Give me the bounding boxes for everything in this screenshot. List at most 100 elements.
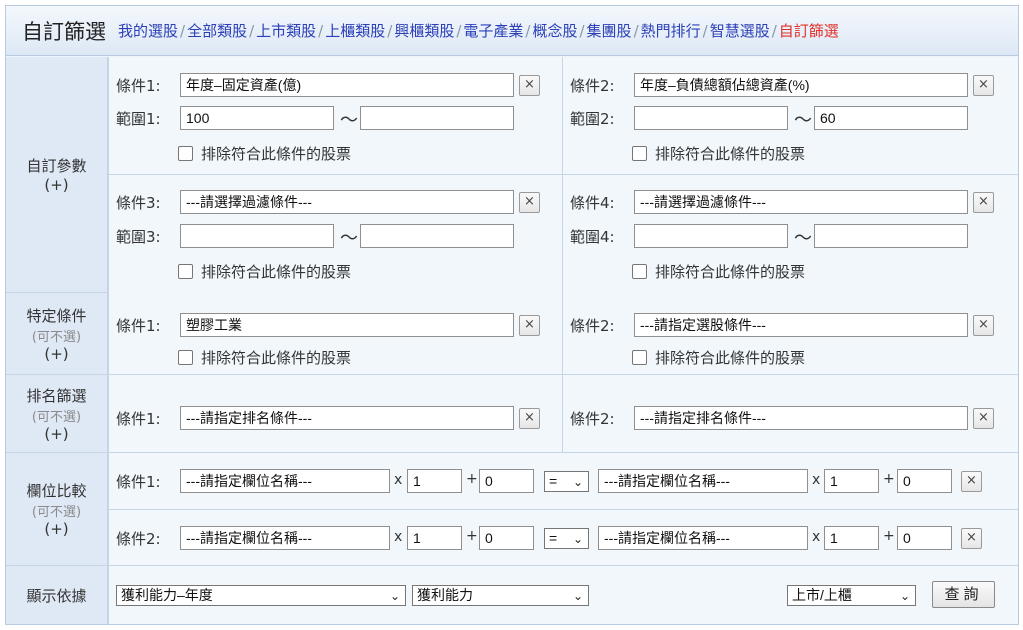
nav-separator: / — [387, 22, 393, 40]
market-select[interactable]: 上市/上櫃 ⌄ — [787, 585, 916, 606]
ranking-expand[interactable]: (+) — [44, 425, 68, 443]
nav-link[interactable]: 我的選股 — [118, 22, 178, 40]
compare-row-1-clear-button[interactable]: × — [961, 471, 982, 492]
compare-row-2-right-field[interactable]: ---請指定欄位名稱--- — [598, 526, 808, 550]
compare-row-1-left-field[interactable]: ---請指定欄位名稱--- — [180, 469, 390, 493]
condition-1-field[interactable]: 年度–固定資產(億) — [180, 73, 514, 97]
ranking-condition-1-clear-button[interactable]: × — [519, 408, 540, 429]
range-3-max-input[interactable] — [360, 224, 514, 248]
display-metric-select[interactable]: 獲利能力–年度 ⌄ — [116, 585, 406, 606]
specific-condition-1-clear-button[interactable]: × — [519, 315, 540, 336]
compare-row-2-operator-select[interactable]: = ⌄ — [544, 528, 589, 549]
checkbox-box[interactable] — [632, 350, 647, 365]
range-4-tilde: ～ — [794, 228, 812, 249]
range-4-max-input[interactable] — [814, 224, 968, 248]
chevron-down-icon: ⌄ — [572, 475, 583, 489]
condition-2-clear-button[interactable]: × — [973, 75, 994, 96]
specific-condition-2-cell: 條件2: ---請指定選股條件--- × 排除符合此條件的股票 — [563, 293, 1018, 374]
chevron-down-icon: ⌄ — [389, 589, 400, 603]
range-2-max-input[interactable]: 60 — [814, 106, 968, 130]
field-compare-expand[interactable]: (+) — [44, 520, 68, 538]
range-2-min-input[interactable] — [634, 106, 788, 130]
compare-row-1-right-field[interactable]: ---請指定欄位名稱--- — [598, 469, 808, 493]
multiply-sign: x — [394, 472, 403, 488]
condition-2-field[interactable]: 年度–負債總額佔總資產(%) — [634, 73, 968, 97]
ranking-condition-2-label: 條件2: — [570, 410, 615, 428]
nav-link[interactable]: 上市類股 — [256, 22, 316, 40]
compare-row-1-left-multiplier[interactable]: 1 — [407, 469, 462, 493]
specific-condition-1-field[interactable]: 塑膠工業 — [180, 313, 514, 337]
page-title: 自訂篩選 — [22, 19, 106, 44]
condition-1-clear-button[interactable]: × — [519, 75, 540, 96]
plus-sign: + — [466, 528, 478, 544]
compare-row-1-left-addend[interactable]: 0 — [479, 469, 534, 493]
divider — [562, 375, 563, 452]
nav-link[interactable]: 熱門排行 — [641, 22, 701, 40]
nav-link[interactable]: 電子產業 — [463, 22, 523, 40]
compare-row-1-operator-select[interactable]: = ⌄ — [544, 471, 589, 492]
nav-link[interactable]: 概念股 — [532, 22, 577, 40]
condition-3-field[interactable]: ---請選擇過濾條件--- — [180, 190, 514, 214]
custom-params-expand[interactable]: (+) — [44, 176, 68, 194]
custom-params-section: 自訂參數 (+) 條件1: 年度–固定資產(億) × 範圍1: 100 ～ 排除… — [6, 57, 1018, 293]
condition-4-cell: 條件4: ---請選擇過濾條件--- × 範圍4: ～ 排除符合此條件的股票 — [563, 175, 1018, 293]
specific-condition-1-exclude-checkbox[interactable]: 排除符合此條件的股票 — [178, 347, 351, 368]
condition-3-exclude-checkbox[interactable]: 排除符合此條件的股票 — [178, 261, 351, 282]
multiply-sign: x — [394, 529, 403, 545]
compare-row-1-right-addend[interactable]: 0 — [897, 469, 952, 493]
nav-link[interactable]: 上櫃類股 — [325, 22, 385, 40]
display-category-select[interactable]: 獲利能力 ⌄ — [412, 585, 589, 606]
range-1-min-input[interactable]: 100 — [180, 106, 334, 130]
nav-separator: / — [702, 22, 708, 40]
query-button[interactable]: 查詢 — [932, 581, 995, 608]
compare-row-2-right-multiplier[interactable]: 1 — [824, 526, 879, 550]
checkbox-box[interactable] — [178, 264, 193, 279]
checkbox-box[interactable] — [178, 350, 193, 365]
condition-4-exclude-checkbox[interactable]: 排除符合此條件的股票 — [632, 261, 805, 282]
ranking-condition-2-clear-button[interactable]: × — [973, 408, 994, 429]
exclude-label: 排除符合此條件的股票 — [201, 145, 352, 163]
specific-conditions-expand[interactable]: (+) — [44, 345, 68, 363]
condition-4-clear-button[interactable]: × — [973, 192, 994, 213]
checkbox-box[interactable] — [632, 264, 647, 279]
nav-link[interactable]: 集團股 — [587, 22, 632, 40]
condition-2-label: 條件2: — [570, 77, 615, 95]
condition-1-label: 條件1: — [116, 77, 161, 95]
ranking-condition-1-field[interactable]: ---請指定排名條件--- — [180, 406, 514, 430]
specific-condition-2-field[interactable]: ---請指定選股條件--- — [634, 313, 968, 337]
nav-link[interactable]: 興櫃類股 — [394, 22, 454, 40]
compare-row-2-clear-button[interactable]: × — [961, 528, 982, 549]
range-4-min-input[interactable] — [634, 224, 788, 248]
display-category-value: 獲利能力 — [417, 587, 473, 603]
ranking-condition-2-field[interactable]: ---請指定排名條件--- — [634, 406, 968, 430]
compare-row-2-left-multiplier[interactable]: 1 — [407, 526, 462, 550]
compare-row-2-left-addend[interactable]: 0 — [479, 526, 534, 550]
ranking-section: 排名篩選 (可不選) (+) 條件1: ---請指定排名條件--- × 條件2:… — [6, 375, 1018, 453]
nav-link[interactable]: 自訂篩選 — [779, 22, 839, 40]
market-value: 上市/上櫃 — [792, 587, 852, 603]
condition-1-exclude-checkbox[interactable]: 排除符合此條件的股票 — [178, 143, 351, 164]
checkbox-box[interactable] — [178, 146, 193, 161]
multiply-sign: x — [812, 529, 821, 545]
condition-1-cell: 條件1: 年度–固定資產(億) × 範圍1: 100 ～ 排除符合此條件的股票 — [109, 57, 562, 174]
compare-row-1-right-multiplier[interactable]: 1 — [824, 469, 879, 493]
condition-4-field[interactable]: ---請選擇過濾條件--- — [634, 190, 968, 214]
range-3-min-input[interactable] — [180, 224, 334, 248]
condition-3-clear-button[interactable]: × — [519, 192, 540, 213]
range-1-max-input[interactable] — [360, 106, 514, 130]
specific-condition-2-exclude-checkbox[interactable]: 排除符合此條件的股票 — [632, 347, 805, 368]
condition-2-cell: 條件2: 年度–負債總額佔總資產(%) × 範圍2: ～ 60 排除符合此條件的… — [563, 57, 1018, 174]
checkbox-box[interactable] — [632, 146, 647, 161]
compare-row-2-left-field[interactable]: ---請指定欄位名稱--- — [180, 526, 390, 550]
ranking-condition-2-cell: 條件2: ---請指定排名條件--- × — [563, 375, 1018, 452]
nav-link[interactable]: 智慧選股 — [710, 22, 770, 40]
condition-2-exclude-checkbox[interactable]: 排除符合此條件的股票 — [632, 143, 805, 164]
specific-condition-2-clear-button[interactable]: × — [973, 315, 994, 336]
nav-link[interactable]: 全部類股 — [187, 22, 247, 40]
compare-row-2-label: 條件2: — [116, 530, 161, 548]
range-2-label: 範圍2: — [570, 110, 615, 128]
plus-sign: + — [883, 528, 895, 544]
compare-row-2-right-addend[interactable]: 0 — [897, 526, 952, 550]
compare-row-2: 條件2: ---請指定欄位名稱--- x 1 + 0 = ⌄ ---請指定欄位名稱… — [109, 510, 1018, 565]
range-2-tilde: ～ — [794, 110, 812, 131]
